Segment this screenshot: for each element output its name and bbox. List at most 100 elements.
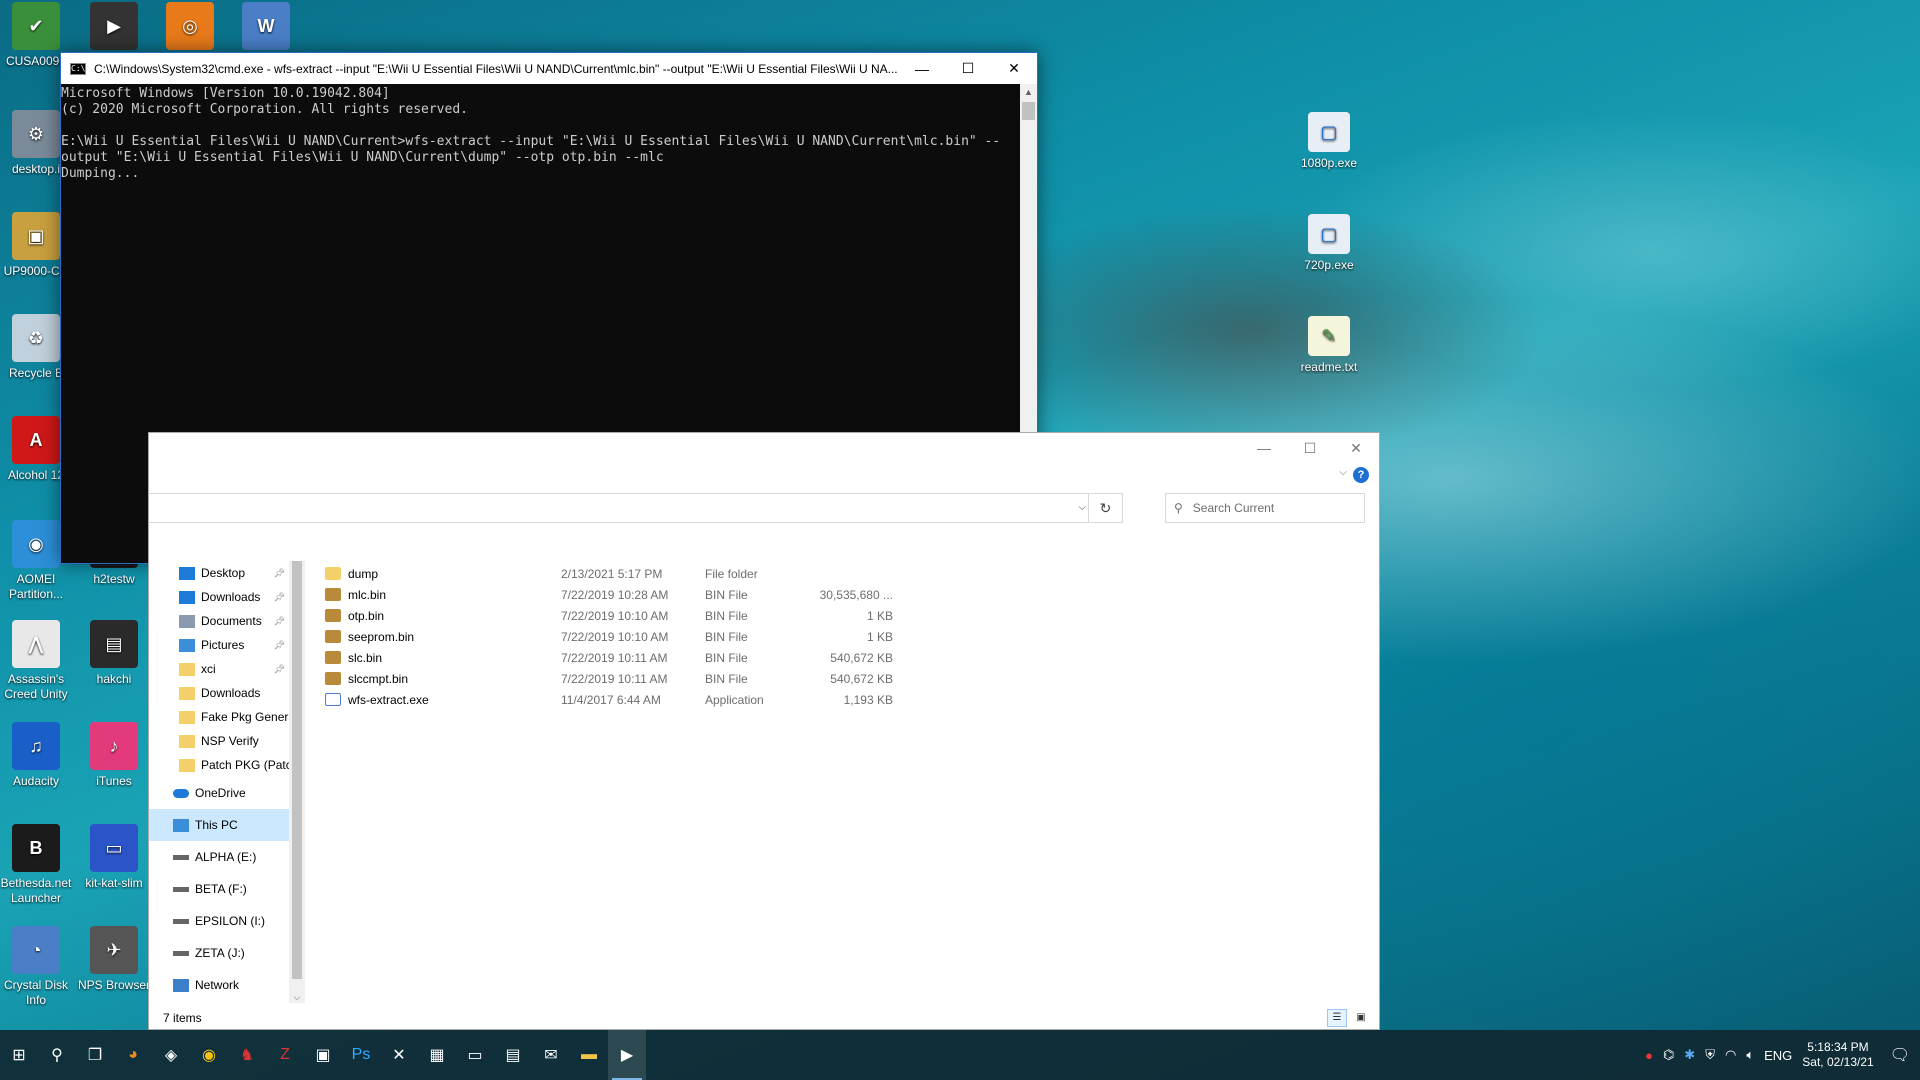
desktop-icon[interactable]: ▢ 720p.exe: [1289, 214, 1369, 273]
desktop-icon[interactable]: ✎ readme.txt: [1289, 316, 1369, 375]
nav-scroll-thumb[interactable]: [292, 561, 302, 979]
desktop-icon[interactable]: ▤ hakchi: [74, 620, 154, 687]
taskbar-apps: ⊞ ⚲ ❐ ◕ ◈ ◉ ♞ Z ▣ Ps ✕ ▦ ▭ ▤ ✉ ▬ ▶: [0, 1030, 646, 1080]
search-icon[interactable]: ⚲: [38, 1030, 76, 1080]
nav-item-documents[interactable]: Documents 📌︎: [149, 609, 289, 633]
explorer-window[interactable]: — ☐ ✕ ⌵ ? ⌵ ↻ ⚲ Search Current Desktop 📌︎ D…: [148, 432, 1380, 1030]
file-row[interactable]: dump 2/13/2021 5:17 PM File folder: [325, 563, 925, 584]
tray-wifi-icon[interactable]: ◠: [1725, 1047, 1736, 1063]
file-row[interactable]: slc.bin 7/22/2019 10:11 AM BIN File 540,672…: [325, 647, 925, 668]
nav-item-downloads[interactable]: Downloads 📌︎: [149, 585, 289, 609]
nav-item-downloads[interactable]: Downloads: [149, 681, 289, 705]
desktop-icon[interactable]: ♫ Audacity: [0, 722, 76, 789]
refresh-icon[interactable]: ↻: [1088, 494, 1122, 522]
xampp-icon[interactable]: ✕: [380, 1030, 418, 1080]
file-row[interactable]: mlc.bin 7/22/2019 10:28 AM BIN File 30,535,…: [325, 584, 925, 605]
close-button[interactable]: ✕: [991, 53, 1037, 84]
scroll-thumb[interactable]: [1022, 102, 1035, 120]
drive-icon: [173, 854, 189, 860]
photoshop-icon[interactable]: Ps: [342, 1030, 380, 1080]
scroll-up-arrow[interactable]: ▲: [1020, 84, 1037, 101]
details-view-icon[interactable]: ☰: [1327, 1009, 1347, 1027]
nav-item-onedrive[interactable]: OneDrive: [149, 777, 289, 809]
recycle-bin-icon: ♻: [12, 314, 60, 362]
nav-item-fake-pkg-genera[interactable]: Fake Pkg Genera: [149, 705, 289, 729]
file-row[interactable]: seeprom.bin 7/22/2019 10:10 AM BIN File 1 K…: [325, 626, 925, 647]
explorer-close-button[interactable]: ✕: [1333, 433, 1379, 463]
tray-network-icon[interactable]: ⌬: [1663, 1047, 1674, 1063]
firefox-icon[interactable]: ◕: [114, 1030, 152, 1080]
explorer-minimize-button[interactable]: —: [1241, 433, 1287, 463]
cmd-title-bar[interactable]: C:\ C:\Windows\System32\cmd.exe - wfs-ex…: [61, 53, 1037, 84]
nav-item-epsilon-i[interactable]: EPSILON (I:): [149, 905, 289, 937]
desktop-icon[interactable]: ⋀ Assassin's Creed Unity: [0, 620, 76, 702]
file-name: otp.bin: [348, 608, 385, 623]
explorer-maximize-button[interactable]: ☐: [1287, 433, 1333, 463]
tray-volume-icon[interactable]: 🔈︎: [1746, 1047, 1754, 1063]
nav-scroll-down-arrow[interactable]: ⌵: [289, 992, 305, 1003]
filezilla-icon[interactable]: Z: [266, 1030, 304, 1080]
explorer-blue-icon[interactable]: ◈: [152, 1030, 190, 1080]
kit-kat-slim-icon: ▭: [90, 824, 138, 872]
console-line: output "E:\Wii U Essential Files\Wii U N…: [61, 150, 664, 165]
explorer-title-bar[interactable]: — ☐ ✕: [1109, 433, 1379, 463]
game-red-icon[interactable]: ♞: [228, 1030, 266, 1080]
tray-bluetooth-icon[interactable]: ✱: [1684, 1047, 1695, 1063]
file-row[interactable]: wfs-extract.exe 11/4/2017 6:44 AM Applicat…: [325, 689, 925, 710]
file-size: 1 KB: [866, 608, 893, 623]
pin-icon: 📌︎: [273, 567, 285, 578]
minimize-button[interactable]: —: [899, 53, 945, 84]
search-input[interactable]: ⚲ Search Current: [1165, 493, 1365, 523]
maximize-button[interactable]: ☐: [945, 53, 991, 84]
start-windows-icon[interactable]: ⊞: [0, 1030, 38, 1080]
tray-shield-icon[interactable]: ⛨: [1705, 1047, 1715, 1063]
nav-item-network[interactable]: Network: [149, 969, 289, 1001]
mail-icon[interactable]: ✉: [532, 1030, 570, 1080]
view-toggles: ☰ ▣: [1327, 1009, 1371, 1027]
desktop-icon[interactable]: ▢ 1080p.exe: [1289, 112, 1369, 171]
tray-clock[interactable]: 5:18:34 PM Sat, 02/13/21: [1802, 1040, 1873, 1070]
desktop-icon[interactable]: ▶: [74, 2, 154, 54]
folder-icon: [325, 567, 341, 580]
nav-item-label: NSP Verify: [201, 734, 259, 748]
help-icon[interactable]: ?: [1353, 467, 1369, 483]
desktop-icon[interactable]: B Bethesda.net Launcher: [0, 824, 76, 906]
remote-desktop-icon[interactable]: ▣: [304, 1030, 342, 1080]
nav-scrollbar[interactable]: ⌵: [289, 561, 305, 1003]
nav-item-zeta-j[interactable]: ZETA (J:): [149, 937, 289, 969]
desktop-icon[interactable]: ◔ Crystal Disk Info: [0, 926, 76, 1008]
desktop-icon[interactable]: ◎: [150, 2, 230, 54]
ribbon-expand-chevron-icon[interactable]: ⌵: [1339, 467, 1347, 478]
nav-item-beta-f[interactable]: BETA (F:): [149, 873, 289, 905]
nav-item-alpha-e[interactable]: ALPHA (E:): [149, 841, 289, 873]
tray-antivirus-icon[interactable]: ●: [1645, 1048, 1653, 1063]
file-row[interactable]: otp.bin 7/22/2019 10:10 AM BIN File 1 KB: [325, 605, 925, 626]
tray-language[interactable]: ENG: [1764, 1048, 1792, 1063]
nav-item-pictures[interactable]: Pictures 📌︎: [149, 633, 289, 657]
desktop-icon[interactable]: W: [226, 2, 306, 54]
desktop-icon[interactable]: ▭ kit-kat-slim: [74, 824, 154, 891]
nav-item-patch-pkg-patcl[interactable]: Patch PKG (Patcl: [149, 753, 289, 777]
address-dropdown-icon[interactable]: ⌵: [1078, 502, 1086, 513]
calculator-icon[interactable]: ▤: [494, 1030, 532, 1080]
monitor-icon[interactable]: ▭: [456, 1030, 494, 1080]
spreadsheet-icon[interactable]: ▦: [418, 1030, 456, 1080]
cmd-icon[interactable]: ▶: [608, 1030, 646, 1080]
nav-item-desktop[interactable]: Desktop 📌︎: [149, 561, 289, 585]
large-icons-view-icon[interactable]: ▣: [1351, 1009, 1371, 1027]
task-view-icon[interactable]: ❐: [76, 1030, 114, 1080]
file-date: 7/22/2019 10:28 AM: [561, 587, 669, 602]
chrome-icon[interactable]: ◉: [190, 1030, 228, 1080]
action-center-icon[interactable]: 🗨︎: [1890, 1045, 1910, 1065]
nav-item-xci[interactable]: xci 📌︎: [149, 657, 289, 681]
desktop-icon[interactable]: ✈ NPS Browser: [74, 926, 154, 993]
desktop-icon[interactable]: ♪ iTunes: [74, 722, 154, 789]
address-bar[interactable]: ⌵ ↻: [149, 493, 1123, 523]
file-explorer-icon[interactable]: ▬: [570, 1030, 608, 1080]
nav-item-this-pc[interactable]: This PC: [149, 809, 289, 841]
file-type: BIN File: [705, 587, 748, 602]
folder-icon: [179, 662, 195, 676]
nav-item-nsp-verify[interactable]: NSP Verify: [149, 729, 289, 753]
desktop-icon-label: h2testw: [93, 572, 135, 586]
file-row[interactable]: slccmpt.bin 7/22/2019 10:11 AM BIN File 540…: [325, 668, 925, 689]
